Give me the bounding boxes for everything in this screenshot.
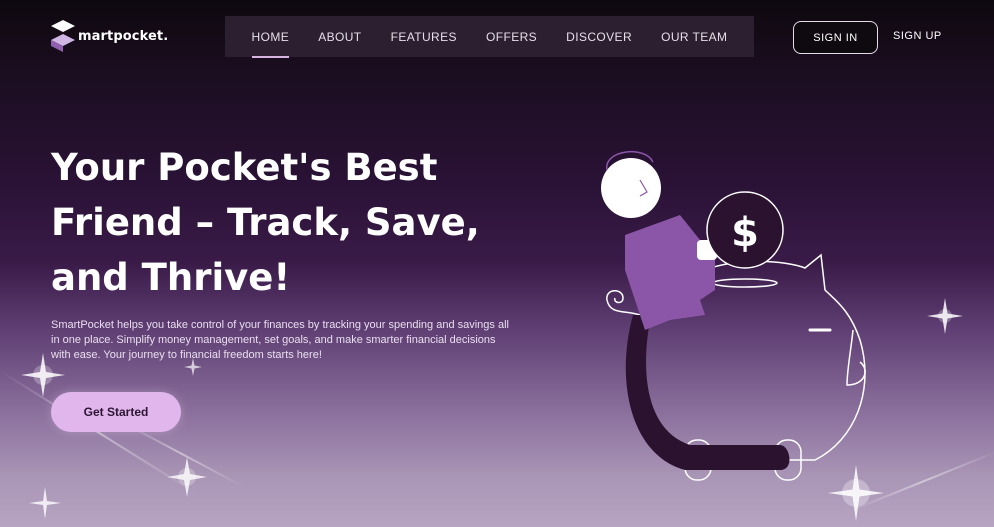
hero-description: SmartPocket helps you take control of yo… xyxy=(51,319,509,361)
main-nav: HOME ABOUT FEATURES OFFERS DISCOVER OUR … xyxy=(225,16,754,58)
sparkle-icon xyxy=(167,457,207,497)
logo-mark-icon xyxy=(51,20,75,52)
sparkle-icon xyxy=(927,298,963,334)
hero-title: Your Pocket's Best Friend – Track, Save,… xyxy=(51,146,480,299)
sign-up-link[interactable]: SIGN UP xyxy=(893,30,942,42)
sparkle-icon xyxy=(29,487,61,519)
nav-item-discover[interactable]: DISCOVER xyxy=(566,16,632,58)
nav-item-features[interactable]: FEATURES xyxy=(391,16,457,58)
nav-item-offers[interactable]: OFFERS xyxy=(486,16,537,58)
nav-item-about[interactable]: ABOUT xyxy=(318,16,361,58)
brand-logo[interactable]: martpocket. xyxy=(51,20,168,52)
nav-item-our-team[interactable]: OUR TEAM xyxy=(661,16,727,58)
piggy-bank-illustration: $ xyxy=(601,150,866,481)
get-started-button[interactable]: Get Started xyxy=(51,392,181,432)
sign-in-button[interactable]: SIGN IN xyxy=(793,21,878,54)
nav-item-home[interactable]: HOME xyxy=(251,16,290,58)
dollar-icon: $ xyxy=(731,210,759,256)
brand-name: martpocket. xyxy=(78,28,169,44)
